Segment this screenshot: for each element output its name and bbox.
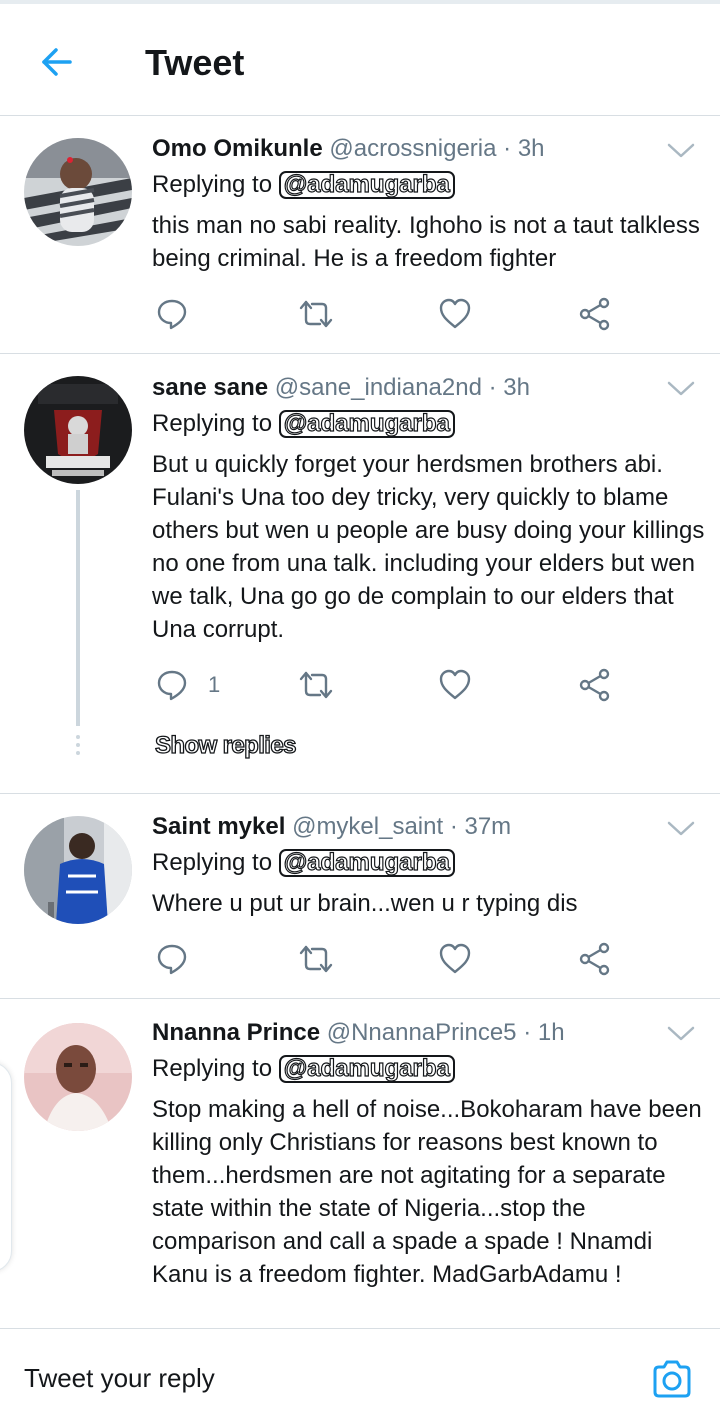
share-icon: [579, 942, 610, 976]
camera-button[interactable]: [651, 1359, 693, 1401]
tweet-author: Saint mykel @mykel_saint · 37m: [152, 812, 511, 842]
tweet-menu-button[interactable]: [664, 1017, 698, 1051]
tweet-time: · 1h: [523, 1019, 565, 1046]
tweet-actions: [152, 939, 672, 979]
chevron-down-icon: [667, 821, 695, 836]
heart-icon: [439, 943, 471, 974]
reply-tweet[interactable]: sane sane @sane_indiana2nd · 3h Replying…: [0, 354, 720, 794]
retweet-button[interactable]: [298, 294, 334, 334]
reply-button[interactable]: [156, 939, 208, 979]
replying-to-link[interactable]: @adamugarba: [278, 171, 455, 199]
reply-tweet[interactable]: Saint mykel @mykel_saint · 37m Replying …: [0, 794, 720, 999]
share-icon: [579, 297, 610, 331]
thread-dot: [76, 751, 80, 755]
heart-icon: [439, 669, 471, 700]
share-icon: [579, 668, 610, 702]
replying-to: Replying to @adamugarba: [152, 848, 455, 878]
author-name[interactable]: Saint mykel: [152, 813, 285, 840]
author-handle[interactable]: @sane_indiana2nd: [275, 374, 482, 401]
share-button[interactable]: [578, 665, 612, 705]
like-button[interactable]: [438, 939, 472, 979]
replying-to-handle: @adamugarba: [283, 410, 450, 437]
retweet-button[interactable]: [298, 939, 334, 979]
replying-to: Replying to @adamugarba: [152, 409, 455, 439]
avatar[interactable]: [24, 138, 132, 246]
camera-icon: [653, 1360, 691, 1398]
reply-count: 1: [208, 672, 221, 697]
chevron-down-icon: [667, 143, 695, 158]
tweet-time: · 37m: [449, 813, 512, 840]
retweet-icon: [299, 671, 333, 699]
thread-dot: [76, 735, 80, 739]
app-header: Tweet: [0, 4, 720, 116]
share-button[interactable]: [578, 939, 612, 979]
reply-icon: [157, 670, 187, 701]
arrow-left-icon: [42, 48, 72, 76]
tweet-menu-button[interactable]: [664, 812, 698, 846]
chevron-down-icon: [667, 1026, 695, 1041]
author-name[interactable]: sane sane: [152, 374, 268, 401]
tweet-time: · 3h: [503, 135, 545, 162]
replying-to-link[interactable]: @adamugarba: [278, 1055, 455, 1083]
tweet-menu-button[interactable]: [664, 372, 698, 406]
heart-icon: [439, 298, 471, 329]
author-name[interactable]: Omo Omikunle: [152, 135, 323, 162]
thread-dot: [76, 743, 80, 747]
author-handle[interactable]: @mykel_saint: [292, 813, 443, 840]
thread-line: [76, 490, 80, 726]
replying-to-label: Replying to: [152, 1055, 273, 1082]
edge-panel-handle[interactable]: [0, 1062, 12, 1272]
tweet-actions: [152, 294, 672, 334]
replying-to-handle: @adamugarba: [283, 1055, 450, 1082]
tweet-author: Omo Omikunle @acrossnigeria · 3h: [152, 134, 545, 164]
avatar[interactable]: [24, 1023, 132, 1131]
tweet-actions: 1: [152, 665, 672, 705]
replying-to-label: Replying to: [152, 849, 273, 876]
reply-button[interactable]: 1: [156, 665, 220, 705]
replying-to: Replying to @adamugarba: [152, 1054, 455, 1084]
reply-tweet[interactable]: Nnanna Prince @NnannaPrince5 · 1h Replyi…: [0, 999, 720, 1339]
tweet-author: Nnanna Prince @NnannaPrince5 · 1h: [152, 1018, 565, 1048]
page-title: Tweet: [145, 42, 245, 83]
reply-tweet[interactable]: Omo Omikunle @acrossnigeria · 3h Replyin…: [0, 116, 720, 354]
avatar[interactable]: [24, 376, 132, 484]
replying-to: Replying to @adamugarba: [152, 170, 455, 200]
tweet-author: sane sane @sane_indiana2nd · 3h: [152, 373, 530, 403]
replying-to-link[interactable]: @adamugarba: [278, 410, 455, 438]
reply-button[interactable]: [156, 294, 208, 334]
like-button[interactable]: [438, 294, 472, 334]
replying-to-label: Replying to: [152, 410, 273, 437]
replying-to-handle: @adamugarba: [283, 849, 450, 876]
reply-icon: [157, 299, 187, 330]
author-handle[interactable]: @acrossnigeria: [329, 135, 496, 162]
author-name[interactable]: Nnanna Prince: [152, 1019, 320, 1046]
replying-to-link[interactable]: @adamugarba: [278, 849, 455, 877]
author-handle[interactable]: @NnannaPrince5: [327, 1019, 517, 1046]
tweet-menu-button[interactable]: [664, 134, 698, 168]
reply-icon: [157, 944, 187, 975]
replying-to-handle: @adamugarba: [283, 171, 450, 198]
share-button[interactable]: [578, 294, 612, 334]
retweet-button[interactable]: [298, 665, 334, 705]
tweet-text: this man no sabi reality. Ighoho is not …: [152, 212, 700, 272]
retweet-icon: [299, 945, 333, 973]
replying-to-label: Replying to: [152, 171, 273, 198]
chevron-down-icon: [667, 381, 695, 396]
reply-composer: Tweet your reply: [0, 1328, 720, 1410]
show-replies-link[interactable]: Show replies: [154, 731, 297, 760]
tweet-time: · 3h: [488, 374, 530, 401]
retweet-icon: [299, 300, 333, 328]
reply-input[interactable]: Tweet your reply: [24, 1363, 215, 1394]
avatar[interactable]: [24, 816, 132, 924]
back-button[interactable]: [34, 40, 78, 84]
like-button[interactable]: [438, 665, 472, 705]
tweet-text: But u quickly forget your herdsmen broth…: [152, 451, 705, 643]
tweet-text: Stop making a hell of noise...Bokoharam …: [152, 1096, 702, 1288]
tweet-text: Where u put ur brain...wen u r typing di…: [152, 890, 578, 917]
